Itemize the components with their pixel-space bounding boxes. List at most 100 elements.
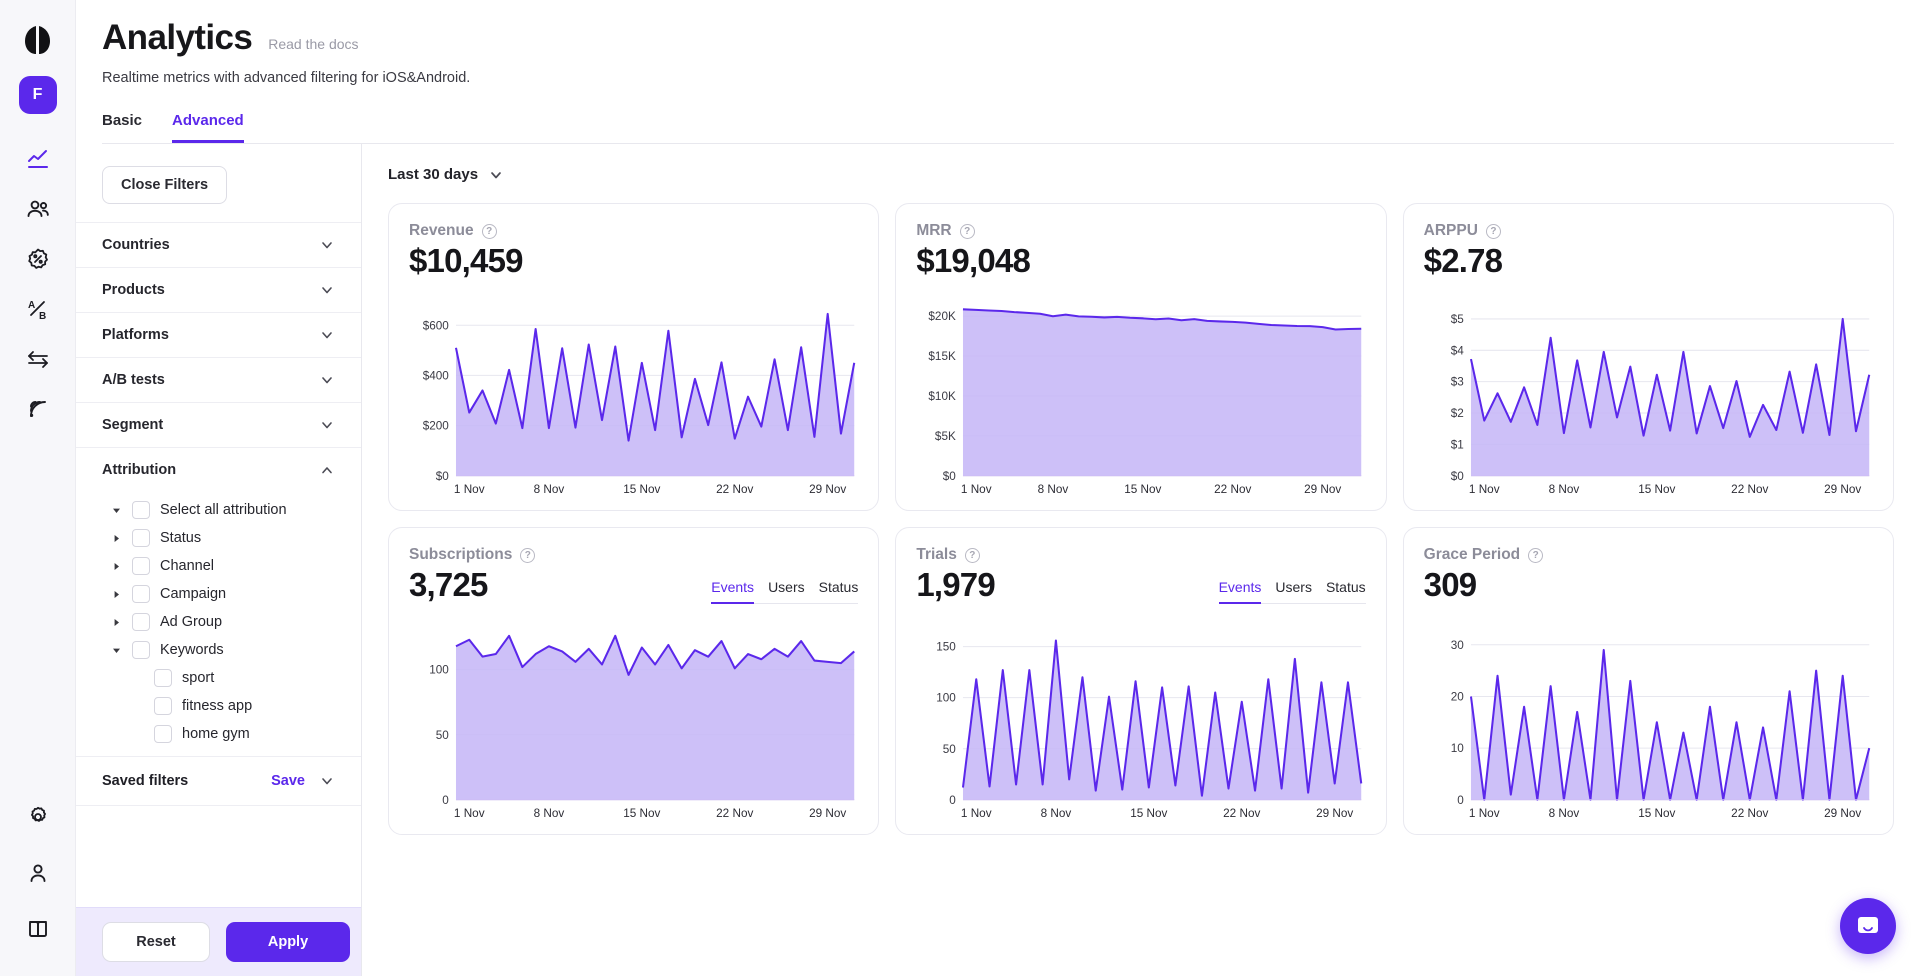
- metric-card: ARPPU? $2.78 $0 $1 $2 $3 $4 $5 1 Nov 8 Nov 15 Nov 2…: [1402, 203, 1894, 512]
- chevron-down-icon[interactable]: [319, 773, 335, 789]
- date-range-selector[interactable]: Last 30 days: [388, 166, 504, 183]
- caret-right-icon[interactable]: [110, 590, 122, 599]
- filter-facet-attribution[interactable]: Attribution: [76, 447, 361, 492]
- sidebar-item-docs[interactable]: [15, 906, 61, 952]
- read-the-docs-link[interactable]: Read the docs: [268, 36, 358, 52]
- save-filter-link[interactable]: Save: [271, 773, 305, 789]
- saved-filters-row: Saved filters Save: [76, 756, 361, 806]
- attribution-tree-item[interactable]: Select all attribution: [76, 496, 361, 524]
- saved-filters-actions: Save: [271, 773, 335, 789]
- attribution-checkbox[interactable]: [154, 669, 172, 687]
- intercom-launcher-button[interactable]: [1840, 898, 1896, 954]
- metric-card-header: Subscriptions?: [409, 546, 858, 564]
- caret-down-icon[interactable]: [110, 506, 122, 515]
- sidebar-item-ab-tests[interactable]: A B: [15, 286, 61, 332]
- x-axis-tick-label: 8 Nov: [1548, 483, 1579, 496]
- tab-basic[interactable]: Basic: [102, 112, 142, 143]
- attribution-checkbox[interactable]: [132, 529, 150, 547]
- filter-facet-products[interactable]: Products: [76, 267, 361, 312]
- y-axis-tick-label: $20K: [929, 310, 957, 323]
- filter-facet-label: Attribution: [102, 462, 177, 478]
- apply-button[interactable]: Apply: [226, 922, 350, 962]
- sidebar-item-broadcast[interactable]: [15, 386, 61, 432]
- users-icon: [27, 200, 49, 217]
- caret-right-icon[interactable]: [110, 534, 122, 543]
- chevron-down-icon: [319, 282, 335, 298]
- x-axis-tick-label: 15 Nov: [623, 483, 660, 496]
- attribution-checkbox[interactable]: [132, 613, 150, 631]
- attribution-checkbox[interactable]: [154, 725, 172, 743]
- page-body: Close Filters Countries Products Platfor…: [76, 144, 1920, 976]
- sidebar-item-analytics[interactable]: [15, 136, 61, 182]
- metric-tab-events[interactable]: Events: [711, 579, 755, 605]
- filter-facet-segment[interactable]: Segment: [76, 402, 361, 447]
- content-area: Last 30 days Revenue? $10,459 $0 $200 $400 $6…: [362, 144, 1920, 976]
- y-axis-tick-label: $0: [436, 470, 450, 483]
- attribution-tree-item[interactable]: home gym: [76, 720, 361, 748]
- attribution-checkbox[interactable]: [132, 501, 150, 519]
- attribution-checkbox[interactable]: [132, 585, 150, 603]
- x-axis-tick-label: 22 Nov: [1731, 807, 1768, 820]
- filter-facet-platforms[interactable]: Platforms: [76, 312, 361, 357]
- metric-value-row: 3,725 Events Users Status: [409, 564, 859, 605]
- metric-card-tabs: Events Users Status: [711, 579, 859, 605]
- reset-button[interactable]: Reset: [102, 922, 210, 962]
- help-icon[interactable]: ?: [964, 547, 980, 563]
- attribution-item-label: Status: [160, 530, 202, 546]
- attribution-checkbox[interactable]: [132, 641, 150, 659]
- attribution-item-label: Channel: [160, 558, 215, 574]
- attribution-tree-item[interactable]: fitness app: [76, 692, 361, 720]
- caret-right-icon[interactable]: [110, 562, 122, 571]
- sidebar-item-account[interactable]: [15, 850, 61, 896]
- caret-right-icon[interactable]: [110, 618, 122, 627]
- metric-tab-status[interactable]: Status: [819, 579, 859, 604]
- metric-tab-users[interactable]: Users: [768, 579, 805, 604]
- sidebar-item-integrations[interactable]: [15, 336, 61, 382]
- metric-card-title: Revenue: [409, 222, 474, 239]
- help-icon[interactable]: ?: [520, 547, 536, 563]
- metric-tab-users[interactable]: Users: [1275, 579, 1312, 604]
- attribution-tree-item[interactable]: sport: [76, 664, 361, 692]
- workspace-avatar[interactable]: F: [18, 76, 57, 114]
- attribution-tree-item[interactable]: Channel: [76, 552, 361, 580]
- attribution-tree: Select all attribution Status Channel Campa…: [76, 492, 361, 756]
- attribution-checkbox[interactable]: [132, 557, 150, 575]
- help-icon[interactable]: ?: [481, 223, 497, 239]
- sidebar-item-promo[interactable]: [15, 236, 61, 282]
- caret-down-icon[interactable]: [110, 646, 122, 655]
- x-axis-tick-label: 22 Nov: [716, 483, 753, 496]
- tab-advanced[interactable]: Advanced: [172, 112, 244, 143]
- filter-facet-ab-tests[interactable]: A/B tests: [76, 357, 361, 402]
- attribution-tree-item[interactable]: Campaign: [76, 580, 361, 608]
- help-icon[interactable]: ?: [959, 223, 975, 239]
- sidebar-item-settings[interactable]: [15, 794, 61, 840]
- sidebar-item-users[interactable]: [15, 186, 61, 232]
- y-axis-tick-label: $600: [423, 319, 450, 332]
- metric-tab-status[interactable]: Status: [1326, 579, 1366, 604]
- metric-card-header: MRR?: [916, 222, 1365, 240]
- docs-icon: [28, 921, 47, 937]
- y-axis-tick-label: $2: [1450, 407, 1463, 420]
- chevron-down-icon: [319, 417, 335, 433]
- help-icon[interactable]: ?: [1528, 547, 1544, 563]
- attribution-tree-item[interactable]: Ad Group: [76, 608, 361, 636]
- chart-svg: 0 50 100 1 Nov 8 Nov 15 Nov 22 Nov 29 Nov: [429, 635, 855, 820]
- attribution-checkbox[interactable]: [154, 697, 172, 715]
- nav-rail: F A B: [0, 0, 76, 976]
- attribution-tree-item[interactable]: Keywords: [76, 636, 361, 664]
- attribution-tree-item[interactable]: Status: [76, 524, 361, 552]
- attribution-item-label: Select all attribution: [160, 502, 287, 518]
- x-axis-tick-label: 15 Nov: [1638, 483, 1675, 496]
- chevron-up-icon: [319, 462, 335, 478]
- filters-panel: Close Filters Countries Products Platfor…: [76, 144, 362, 976]
- metric-value: $10,459: [409, 242, 523, 279]
- metric-tab-events[interactable]: Events: [1218, 579, 1262, 605]
- x-axis-tick-label: 29 Nov: [809, 807, 846, 820]
- x-axis-tick-label: 22 Nov: [1215, 483, 1252, 496]
- close-filters-button[interactable]: Close Filters: [102, 166, 228, 204]
- page-subtitle: Realtime metrics with advanced filtering…: [102, 70, 471, 86]
- attribution-item-label: fitness app: [182, 698, 253, 714]
- filter-facet-countries[interactable]: Countries: [76, 222, 361, 267]
- metric-value-row: $10,459: [409, 240, 858, 280]
- help-icon[interactable]: ?: [1485, 223, 1501, 239]
